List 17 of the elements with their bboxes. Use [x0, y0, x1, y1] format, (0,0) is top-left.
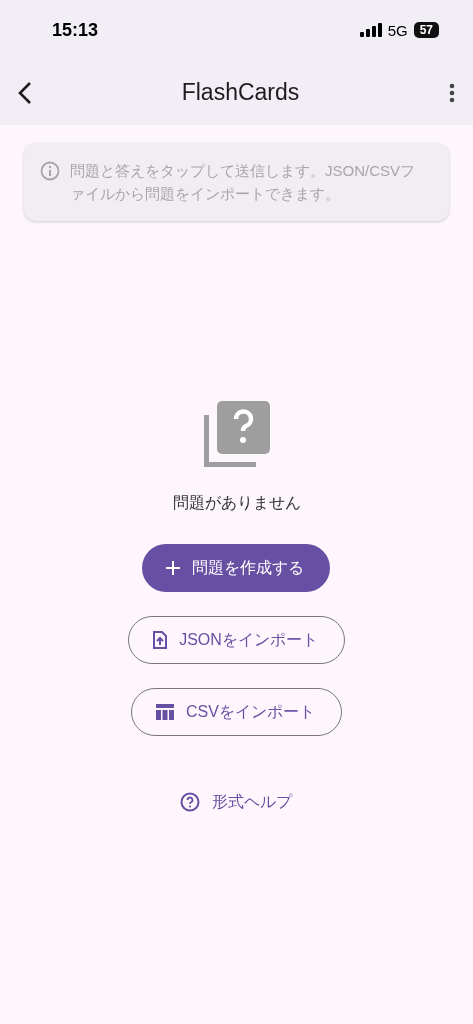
question-cards-icon: [203, 401, 270, 467]
file-upload-icon: [153, 631, 168, 649]
empty-message: 問題がありません: [172, 493, 301, 513]
info-text: 問題と答えをタップして送信します。JSON/CSVファイルから問題をインポートできます。: [70, 161, 416, 204]
battery-level: 57: [413, 22, 439, 38]
info-icon: [40, 161, 60, 181]
network-label: 5G: [387, 21, 408, 39]
app-title: FlashCards: [181, 79, 300, 106]
status-time: 15:13: [52, 19, 99, 41]
back-icon[interactable]: [18, 80, 32, 105]
table-icon: [156, 704, 175, 720]
help-icon: [180, 792, 201, 812]
plus-icon: [166, 561, 181, 575]
help-link[interactable]: 形式ヘルプ: [180, 786, 293, 818]
signal-icon: [359, 23, 382, 37]
more-menu-icon[interactable]: [449, 82, 455, 103]
create-button[interactable]: 問題を作成する: [142, 544, 331, 592]
